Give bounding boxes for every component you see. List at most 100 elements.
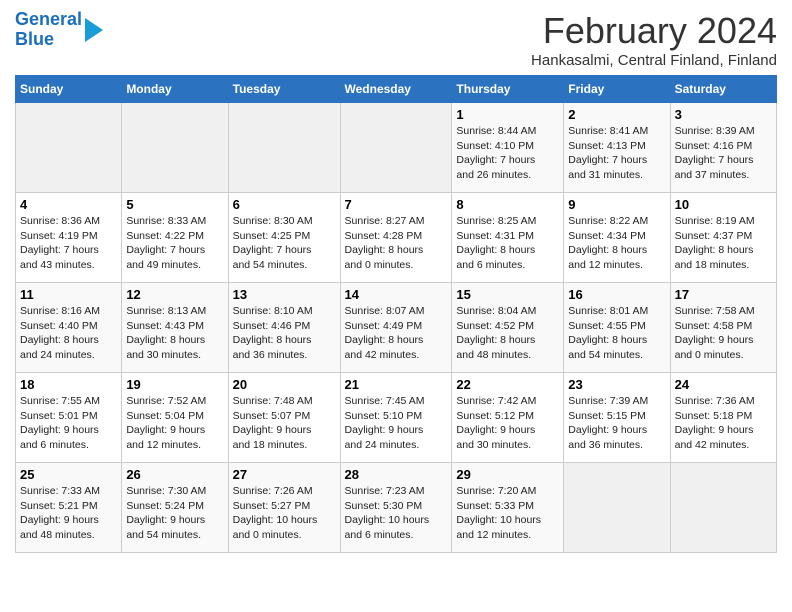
day-number: 3: [675, 107, 772, 122]
day-number: 11: [20, 287, 117, 302]
calendar-cell: 28 Sunrise: 7:23 AM Sunset: 5:30 PM Dayli…: [340, 463, 452, 553]
calendar-cell: 23 Sunrise: 7:39 AM Sunset: 5:15 PM Dayli…: [564, 373, 670, 463]
calendar-cell: [228, 103, 340, 193]
weekday-header: Thursday: [452, 76, 564, 103]
day-info: Sunrise: 7:23 AM Sunset: 5:30 PM Dayligh…: [345, 485, 430, 541]
day-number: 14: [345, 287, 448, 302]
day-number: 27: [233, 467, 336, 482]
day-number: 24: [675, 377, 772, 392]
calendar-cell: 19 Sunrise: 7:52 AM Sunset: 5:04 PM Dayli…: [122, 373, 228, 463]
calendar-cell: 15 Sunrise: 8:04 AM Sunset: 4:52 PM Dayli…: [452, 283, 564, 373]
logo-line2: Blue: [15, 30, 82, 50]
day-number: 19: [126, 377, 223, 392]
day-info: Sunrise: 7:42 AM Sunset: 5:12 PM Dayligh…: [456, 395, 536, 451]
day-number: 18: [20, 377, 117, 392]
day-info: Sunrise: 8:22 AM Sunset: 4:34 PM Dayligh…: [568, 215, 648, 271]
calendar-cell: 26 Sunrise: 7:30 AM Sunset: 5:24 PM Dayli…: [122, 463, 228, 553]
calendar-cell: 16 Sunrise: 8:01 AM Sunset: 4:55 PM Dayli…: [564, 283, 670, 373]
day-number: 22: [456, 377, 559, 392]
calendar-cell: 3 Sunrise: 8:39 AM Sunset: 4:16 PM Daylig…: [670, 103, 776, 193]
day-number: 17: [675, 287, 772, 302]
calendar-cell: 27 Sunrise: 7:26 AM Sunset: 5:27 PM Dayli…: [228, 463, 340, 553]
weekday-header: Friday: [564, 76, 670, 103]
day-info: Sunrise: 8:33 AM Sunset: 4:22 PM Dayligh…: [126, 215, 206, 271]
calendar-cell: [340, 103, 452, 193]
day-info: Sunrise: 8:13 AM Sunset: 4:43 PM Dayligh…: [126, 305, 206, 361]
weekday-header: Wednesday: [340, 76, 452, 103]
day-number: 26: [126, 467, 223, 482]
weekday-header: Monday: [122, 76, 228, 103]
day-number: 16: [568, 287, 665, 302]
weekday-header: Sunday: [16, 76, 122, 103]
calendar-cell: 24 Sunrise: 7:36 AM Sunset: 5:18 PM Dayli…: [670, 373, 776, 463]
day-info: Sunrise: 8:19 AM Sunset: 4:37 PM Dayligh…: [675, 215, 755, 271]
calendar-title: February 2024: [531, 10, 777, 52]
day-info: Sunrise: 7:36 AM Sunset: 5:18 PM Dayligh…: [675, 395, 755, 451]
day-info: Sunrise: 8:16 AM Sunset: 4:40 PM Dayligh…: [20, 305, 100, 361]
day-number: 8: [456, 197, 559, 212]
day-number: 20: [233, 377, 336, 392]
calendar-cell: 2 Sunrise: 8:41 AM Sunset: 4:13 PM Daylig…: [564, 103, 670, 193]
weekday-header: Tuesday: [228, 76, 340, 103]
day-number: 12: [126, 287, 223, 302]
day-info: Sunrise: 7:39 AM Sunset: 5:15 PM Dayligh…: [568, 395, 648, 451]
day-number: 23: [568, 377, 665, 392]
calendar-cell: [670, 463, 776, 553]
day-number: 7: [345, 197, 448, 212]
weekday-header: Saturday: [670, 76, 776, 103]
day-number: 5: [126, 197, 223, 212]
day-info: Sunrise: 7:33 AM Sunset: 5:21 PM Dayligh…: [20, 485, 100, 541]
logo-line1: General: [15, 10, 82, 30]
calendar-cell: 14 Sunrise: 8:07 AM Sunset: 4:49 PM Dayli…: [340, 283, 452, 373]
day-info: Sunrise: 8:10 AM Sunset: 4:46 PM Dayligh…: [233, 305, 313, 361]
day-number: 28: [345, 467, 448, 482]
day-info: Sunrise: 7:48 AM Sunset: 5:07 PM Dayligh…: [233, 395, 313, 451]
calendar-subtitle: Hankasalmi, Central Finland, Finland: [531, 52, 777, 69]
calendar-cell: 10 Sunrise: 8:19 AM Sunset: 4:37 PM Dayli…: [670, 193, 776, 283]
day-info: Sunrise: 7:30 AM Sunset: 5:24 PM Dayligh…: [126, 485, 206, 541]
calendar-cell: [564, 463, 670, 553]
calendar-cell: [122, 103, 228, 193]
calendar-cell: 1Sunrise: 8:44 AM Sunset: 4:10 PM Daylig…: [452, 103, 564, 193]
day-info: Sunrise: 7:58 AM Sunset: 4:58 PM Dayligh…: [675, 305, 755, 361]
calendar-cell: 21 Sunrise: 7:45 AM Sunset: 5:10 PM Dayli…: [340, 373, 452, 463]
calendar-cell: 8 Sunrise: 8:25 AM Sunset: 4:31 PM Daylig…: [452, 193, 564, 283]
calendar-cell: 17 Sunrise: 7:58 AM Sunset: 4:58 PM Dayli…: [670, 283, 776, 373]
calendar-cell: 25 Sunrise: 7:33 AM Sunset: 5:21 PM Dayli…: [16, 463, 122, 553]
calendar-cell: 4 Sunrise: 8:36 AM Sunset: 4:19 PM Daylig…: [16, 193, 122, 283]
day-info: Sunrise: 8:01 AM Sunset: 4:55 PM Dayligh…: [568, 305, 648, 361]
day-info: Sunrise: 8:39 AM Sunset: 4:16 PM Dayligh…: [675, 125, 755, 181]
day-info: Sunrise: 7:26 AM Sunset: 5:27 PM Dayligh…: [233, 485, 318, 541]
calendar-cell: 13Sunrise: 8:10 AM Sunset: 4:46 PM Dayli…: [228, 283, 340, 373]
day-info: Sunrise: 8:44 AM Sunset: 4:10 PM Dayligh…: [456, 125, 536, 181]
day-number: 4: [20, 197, 117, 212]
day-info: Sunrise: 8:36 AM Sunset: 4:19 PM Dayligh…: [20, 215, 100, 271]
logo-arrow-icon: [85, 18, 103, 42]
day-info: Sunrise: 8:41 AM Sunset: 4:13 PM Dayligh…: [568, 125, 648, 181]
day-number: 21: [345, 377, 448, 392]
calendar-cell: 22 Sunrise: 7:42 AM Sunset: 5:12 PM Dayli…: [452, 373, 564, 463]
day-number: 2: [568, 107, 665, 122]
calendar-cell: 7 Sunrise: 8:27 AM Sunset: 4:28 PM Daylig…: [340, 193, 452, 283]
day-info: Sunrise: 8:07 AM Sunset: 4:49 PM Dayligh…: [345, 305, 425, 361]
day-info: Sunrise: 8:27 AM Sunset: 4:28 PM Dayligh…: [345, 215, 425, 271]
day-number: 25: [20, 467, 117, 482]
calendar-cell: 20 Sunrise: 7:48 AM Sunset: 5:07 PM Dayli…: [228, 373, 340, 463]
day-info: Sunrise: 8:25 AM Sunset: 4:31 PM Dayligh…: [456, 215, 536, 271]
calendar-cell: 5 Sunrise: 8:33 AM Sunset: 4:22 PM Daylig…: [122, 193, 228, 283]
calendar-cell: 11 Sunrise: 8:16 AM Sunset: 4:40 PM Dayli…: [16, 283, 122, 373]
day-info: Sunrise: 7:45 AM Sunset: 5:10 PM Dayligh…: [345, 395, 425, 451]
day-number: 6: [233, 197, 336, 212]
day-number: 9: [568, 197, 665, 212]
day-info: Sunrise: 8:30 AM Sunset: 4:25 PM Dayligh…: [233, 215, 313, 271]
day-info: Sunrise: 7:52 AM Sunset: 5:04 PM Dayligh…: [126, 395, 206, 451]
day-info: Sunrise: 7:55 AM Sunset: 5:01 PM Dayligh…: [20, 395, 100, 451]
day-info: Sunrise: 8:04 AM Sunset: 4:52 PM Dayligh…: [456, 305, 536, 361]
calendar-cell: 29Sunrise: 7:20 AM Sunset: 5:33 PM Dayli…: [452, 463, 564, 553]
calendar-cell: 9 Sunrise: 8:22 AM Sunset: 4:34 PM Daylig…: [564, 193, 670, 283]
calendar-cell: 18 Sunrise: 7:55 AM Sunset: 5:01 PM Dayli…: [16, 373, 122, 463]
day-info: Sunrise: 7:20 AM Sunset: 5:33 PM Dayligh…: [456, 485, 541, 541]
day-number: 15: [456, 287, 559, 302]
day-number: 10: [675, 197, 772, 212]
calendar-cell: 6 Sunrise: 8:30 AM Sunset: 4:25 PM Daylig…: [228, 193, 340, 283]
